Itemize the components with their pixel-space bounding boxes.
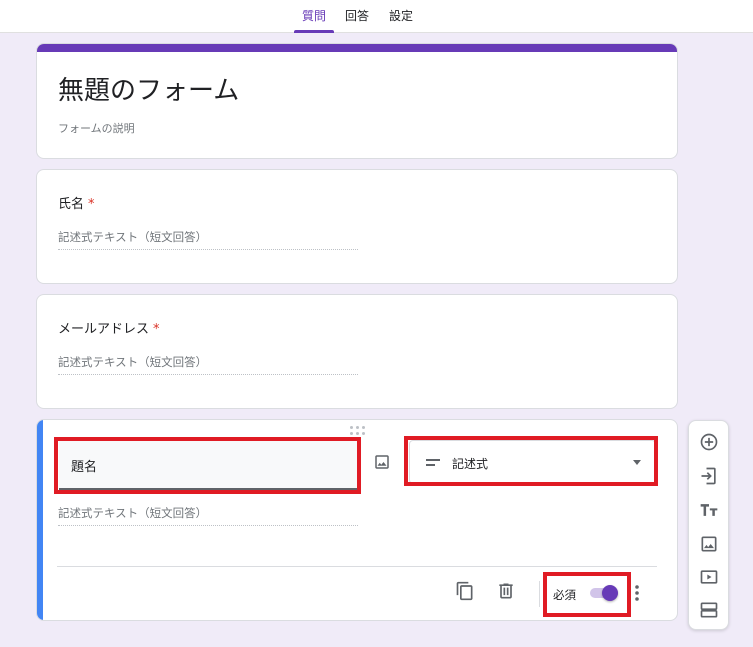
short-answer-placeholder: 記述式テキスト（短文回答）	[58, 354, 358, 375]
form-description[interactable]: フォームの説明	[58, 120, 135, 136]
section-icon[interactable]	[699, 600, 719, 620]
drag-handle-icon[interactable]	[350, 426, 366, 436]
required-toggle[interactable]	[588, 585, 620, 601]
tab-settings-label: 設定	[388, 9, 413, 23]
question-title-text: メールアドレス	[58, 322, 150, 337]
image-icon[interactable]	[699, 534, 719, 554]
title-text-icon[interactable]	[699, 500, 719, 520]
tab-responses-label: 回答	[344, 9, 369, 23]
form-title-card[interactable]: 無題のフォーム フォームの説明	[36, 43, 678, 159]
card-footer-divider	[57, 566, 657, 567]
top-tab-bar: 質問 回答 設定	[0, 0, 753, 33]
active-indicator-bar	[37, 420, 43, 620]
question-title: 氏名 *	[58, 193, 95, 212]
question-card-email[interactable]: メールアドレス * 記述式テキスト（短文回答）	[36, 294, 678, 409]
image-icon[interactable]	[373, 453, 391, 471]
required-asterisk: *	[88, 197, 95, 212]
question-title: メールアドレス *	[58, 318, 160, 337]
form-accent-bar	[37, 44, 677, 52]
short-answer-placeholder: 記述式テキスト（短文回答）	[58, 505, 358, 526]
question-type-select[interactable]: 記述式	[409, 440, 656, 484]
tab-settings[interactable]: 設定	[384, 0, 418, 32]
video-icon[interactable]	[699, 567, 719, 587]
add-circle-icon[interactable]	[699, 432, 719, 452]
dropdown-arrow-icon	[633, 460, 641, 465]
copy-icon[interactable]	[455, 581, 475, 601]
trash-icon[interactable]	[496, 581, 516, 601]
toggle-thumb	[602, 585, 618, 601]
import-questions-icon[interactable]	[699, 466, 719, 486]
tab-responses[interactable]: 回答	[340, 0, 374, 32]
question-title-input[interactable]: 題名	[59, 440, 357, 490]
question-title-text: 氏名	[58, 197, 85, 212]
tab-questions-label: 質問	[301, 9, 326, 23]
active-question-card[interactable]: 題名 記述式 記述式テキスト（短文回答） 必須	[36, 419, 678, 621]
question-type-label: 記述式	[452, 457, 489, 471]
tab-questions[interactable]: 質問	[294, 0, 334, 33]
side-toolbar	[688, 420, 729, 630]
short-answer-placeholder: 記述式テキスト（短文回答）	[58, 229, 358, 250]
tab-active-indicator	[294, 30, 334, 33]
short-text-icon	[426, 459, 440, 466]
required-asterisk: *	[153, 322, 160, 337]
required-label: 必須	[553, 588, 576, 602]
more-vert-icon[interactable]	[631, 583, 643, 603]
form-title[interactable]: 無題のフォーム	[58, 70, 239, 107]
footer-separator	[539, 581, 540, 607]
question-card-name[interactable]: 氏名 * 記述式テキスト（短文回答）	[36, 169, 678, 284]
